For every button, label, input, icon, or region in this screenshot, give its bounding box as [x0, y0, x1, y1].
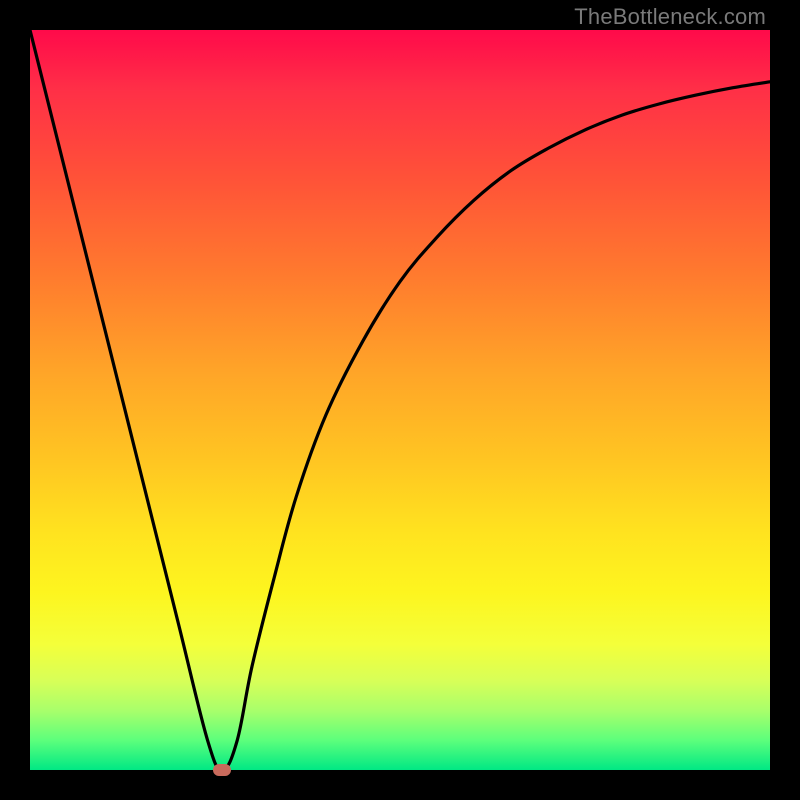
bottleneck-curve: [30, 30, 770, 770]
chart-frame: TheBottleneck.com: [0, 0, 800, 800]
watermark-text: TheBottleneck.com: [574, 4, 766, 30]
minimum-marker: [213, 764, 231, 776]
plot-area: [30, 30, 770, 770]
